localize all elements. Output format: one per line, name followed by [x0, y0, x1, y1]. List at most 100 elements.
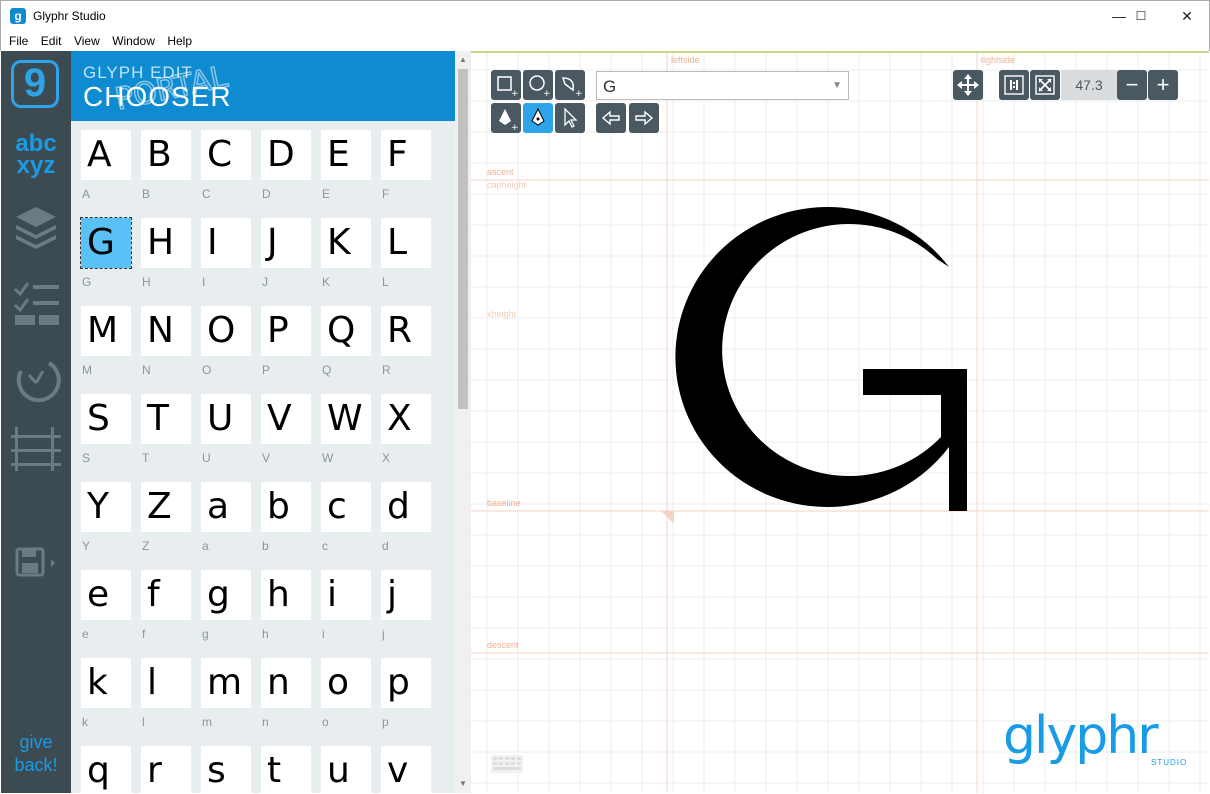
glyph-tile[interactable]: a [201, 482, 251, 532]
glyph-tile[interactable]: O [201, 306, 251, 356]
glyph-tile[interactable]: l [141, 658, 191, 708]
glyphr-logo-icon[interactable]: 9 [11, 60, 59, 108]
glyph-tile[interactable]: s [201, 746, 251, 793]
menu-help[interactable]: Help [167, 31, 192, 51]
glyph-cell[interactable]: ZZ [131, 473, 191, 561]
glyph-tile[interactable]: V [261, 394, 311, 444]
glyph-tile[interactable]: j [381, 570, 431, 620]
glyph-cell[interactable]: mm [191, 649, 251, 737]
glyph-cell[interactable]: gg [191, 561, 251, 649]
glyph-tile[interactable]: H [141, 218, 191, 268]
glyph-cell[interactable]: VV [251, 385, 311, 473]
glyph-cell[interactable]: vv [371, 737, 431, 793]
maximize-button[interactable]: ☐ [1118, 1, 1164, 31]
glyph-tile[interactable]: f [141, 570, 191, 620]
glyph-tile[interactable]: F [381, 130, 431, 180]
glyph-tile[interactable]: n [261, 658, 311, 708]
glyph-tile[interactable]: o [321, 658, 371, 708]
glyph-cell[interactable]: tt [251, 737, 311, 793]
glyph-tile[interactable]: b [261, 482, 311, 532]
glyph-cell[interactable]: HH [131, 209, 191, 297]
glyph-tile[interactable]: U [201, 394, 251, 444]
glyph-select-dropdown[interactable]: G ▼ [596, 71, 849, 100]
glyph-cell[interactable]: UU [191, 385, 251, 473]
glyph-cell[interactable]: MM [71, 297, 131, 385]
zoom-fit-button[interactable] [1030, 70, 1060, 100]
glyph-tile[interactable]: e [81, 570, 131, 620]
glyph-cell[interactable]: CC [191, 121, 251, 209]
guides-icon[interactable] [10, 423, 62, 475]
add-oval-button[interactable]: + [523, 70, 553, 100]
glyph-tile[interactable]: c [321, 482, 371, 532]
glyph-tile[interactable]: N [141, 306, 191, 356]
glyph-tile[interactable]: h [261, 570, 311, 620]
glyph-cell[interactable]: RR [371, 297, 431, 385]
glyph-cell[interactable]: bb [251, 473, 311, 561]
glyph-tile[interactable]: k [81, 658, 131, 708]
glyph-tile[interactable]: R [381, 306, 431, 356]
glyph-cell[interactable]: BB [131, 121, 191, 209]
zoom-actual-size-button[interactable] [999, 70, 1029, 100]
menu-window[interactable]: Window [112, 31, 155, 51]
glyph-cell[interactable]: II [191, 209, 251, 297]
glyph-tile[interactable]: r [141, 746, 191, 793]
glyph-tile[interactable]: T [141, 394, 191, 444]
glyph-tile[interactable]: P [261, 306, 311, 356]
glyph-cell[interactable]: WW [311, 385, 371, 473]
glyph-tile[interactable]: p [381, 658, 431, 708]
glyph-cell[interactable]: qq [71, 737, 131, 793]
add-rectangle-button[interactable]: + [491, 70, 521, 100]
next-glyph-button[interactable] [629, 103, 659, 133]
glyph-cell[interactable]: oo [311, 649, 371, 737]
add-path-button[interactable]: + [555, 70, 585, 100]
close-button[interactable]: ✕ [1164, 1, 1210, 31]
glyph-tile[interactable]: t [261, 746, 311, 793]
glyph-tile[interactable]: K [321, 218, 371, 268]
glyph-tile[interactable]: v [381, 746, 431, 793]
glyph-cell[interactable]: OO [191, 297, 251, 385]
glyph-cell[interactable]: DD [251, 121, 311, 209]
glyph-cell[interactable]: uu [311, 737, 371, 793]
panel-scrollbar[interactable]: ▲ ▼ [455, 51, 471, 793]
glyph-cell[interactable]: ii [311, 561, 371, 649]
glyph-tile[interactable]: u [321, 746, 371, 793]
glyph-cell[interactable]: jj [371, 561, 431, 649]
glyph-cell[interactable]: QQ [311, 297, 371, 385]
pen-tool-button[interactable] [523, 103, 553, 133]
glyph-cell[interactable]: kk [71, 649, 131, 737]
glyph-cell[interactable]: KK [311, 209, 371, 297]
glyph-cell[interactable]: YY [71, 473, 131, 561]
glyph-g-outline[interactable] [471, 53, 1209, 793]
glyph-tile[interactable]: Z [141, 482, 191, 532]
glyph-tile[interactable]: Y [81, 482, 131, 532]
zoom-level[interactable]: 47.3 [1061, 70, 1117, 100]
glyph-tile[interactable]: B [141, 130, 191, 180]
save-icon[interactable] [10, 543, 62, 595]
glyph-cell[interactable]: ll [131, 649, 191, 737]
previous-glyph-button[interactable] [596, 103, 626, 133]
glyph-tile[interactable]: L [381, 218, 431, 268]
pan-move-button[interactable] [953, 70, 983, 100]
menu-edit[interactable]: Edit [41, 31, 62, 51]
scroll-down-icon[interactable]: ▼ [458, 779, 468, 789]
glyph-cell[interactable]: GG [71, 209, 132, 297]
attributes-icon[interactable] [10, 279, 62, 331]
glyph-tile[interactable]: q [81, 746, 131, 793]
glyph-tile[interactable]: S [81, 394, 131, 444]
glyph-tile[interactable]: J [261, 218, 311, 268]
pointer-tool-button[interactable] [555, 103, 585, 133]
edit-canvas[interactable]: leftside rightside ascent capheight xhei… [471, 51, 1209, 793]
glyph-cell[interactable]: LL [371, 209, 431, 297]
glyph-tile[interactable]: M [81, 306, 131, 356]
glyph-cell[interactable]: XX [371, 385, 431, 473]
glyph-cell[interactable]: PP [251, 297, 311, 385]
glyph-tile[interactable]: D [261, 130, 311, 180]
glyph-cell[interactable]: SS [71, 385, 131, 473]
glyph-cell[interactable]: ss [191, 737, 251, 793]
menu-view[interactable]: View [74, 31, 100, 51]
glyph-tile[interactable]: d [381, 482, 431, 532]
glyph-tile[interactable]: g [201, 570, 251, 620]
glyph-cell[interactable]: NN [131, 297, 191, 385]
glyph-tile[interactable]: Q [321, 306, 371, 356]
history-icon[interactable] [10, 355, 62, 407]
